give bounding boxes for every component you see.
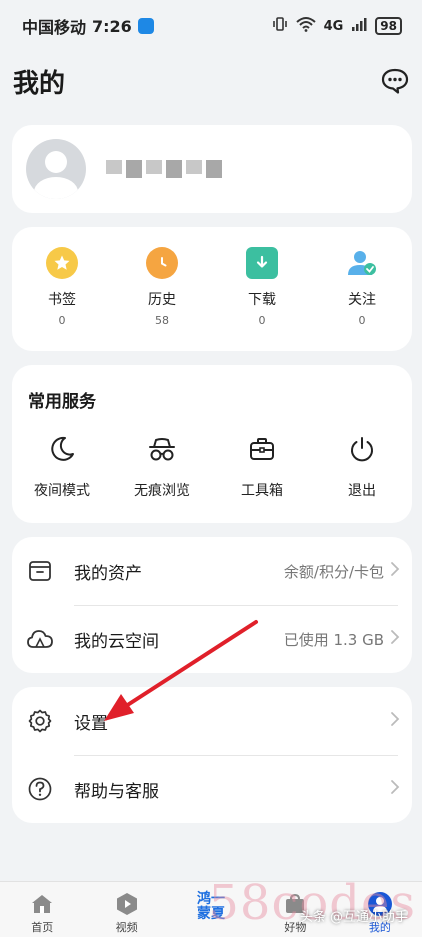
list-item-settings[interactable]: 设置 [12,687,412,755]
services-row: 夜间模式 无痕浏览 工具箱 退出 [12,434,412,500]
service-label: 工具箱 [241,483,283,499]
wifi-icon [295,16,316,36]
list-item-value: 已使用 1.3 GB [283,630,384,649]
service-night-mode[interactable]: 夜间模式 [12,434,112,500]
list-item-my-cloud[interactable]: 我的云空间 已使用 1.3 GB [12,605,412,673]
home-icon [29,891,55,917]
quick-link-downloads[interactable]: 下载 0 [212,247,312,327]
toolbox-icon [248,434,276,464]
status-left: 中国移动 7:26 [22,14,154,38]
quick-link-label: 历史 [148,292,176,308]
services-title: 常用服务 [28,392,96,412]
service-label: 无痕浏览 [134,483,190,499]
app-notification-icon [137,18,154,34]
power-icon [348,434,376,464]
clock-icon [146,247,178,279]
quick-link-count: 0 [58,314,66,327]
service-incognito[interactable]: 无痕浏览 [112,434,212,500]
quick-link-bookmarks[interactable]: 书签 0 [12,247,112,327]
incognito-icon [147,434,177,464]
follow-icon [346,247,378,279]
quick-link-label: 关注 [348,292,376,308]
video-icon [114,891,140,917]
list-item-label: 帮助与客服 [74,781,159,802]
chevron-right-icon [390,779,400,800]
chat-bubble-icon[interactable] [380,66,410,96]
list-item-label: 我的云空间 [74,631,159,652]
help-icon [26,775,54,803]
list-item-my-assets[interactable]: 我的资产 余额/积分/卡包 [12,537,412,605]
quick-link-history[interactable]: 历史 58 [112,247,212,327]
list-item-help[interactable]: 帮助与客服 [12,755,412,823]
nav-item-hongmeng[interactable]: 鸿一 蒙夏 [169,885,253,935]
nav-item-home[interactable]: 首页 [0,891,84,935]
nav-label: 首页 [31,921,54,934]
star-icon [46,247,78,279]
status-right: 4G 98 [272,16,402,36]
list-item-value: 余额/积分/卡包 [283,562,384,581]
bottom-nav: 首页 视频 鸿一 蒙夏 好物 我的 [0,881,422,937]
quick-link-count: 0 [358,314,366,327]
chevron-right-icon [390,629,400,650]
carrier-name: 中国移动 [22,18,87,37]
download-icon [246,247,278,279]
moon-icon [48,434,76,464]
service-toolbox[interactable]: 工具箱 [212,434,312,500]
battery-level: 98 [375,17,402,35]
quick-link-count: 0 [258,314,266,327]
cloud-icon [26,625,54,653]
quick-link-label: 书签 [48,292,76,308]
hongmeng-line1: 鸿一 [197,891,226,907]
quick-links-card: 书签 0 历史 58 下载 0 关注 0 [12,227,412,351]
avatar-body [34,177,78,199]
chevron-right-icon [390,561,400,582]
service-label: 退出 [348,483,376,499]
nav-label: 好物 [284,921,307,934]
quick-link-count: 58 [155,314,169,327]
status-bar: 中国移动 7:26 4G 98 [0,0,422,52]
account-list-card: 我的资产 余额/积分/卡包 我的云空间 已使用 1.3 GB [12,537,412,673]
network-type: 4G [323,18,344,34]
services-card: 常用服务 夜间模式 无痕浏览 工具箱 退出 [12,365,412,523]
avatar-head [45,151,67,173]
nav-item-goods[interactable]: 好物 [253,891,337,935]
nav-item-profile[interactable]: 我的 [338,891,422,935]
service-label: 夜间模式 [34,483,90,499]
page-title: 我的 [13,68,66,99]
username-redacted [106,160,222,178]
profile-icon [367,891,393,917]
chevron-right-icon [390,711,400,732]
vibrate-icon [272,16,288,36]
signal-icon [351,16,367,36]
wallet-icon [26,557,54,585]
goods-icon [282,891,308,917]
profile-card[interactable] [12,125,412,213]
quick-link-following[interactable]: 关注 0 [312,247,412,327]
clock: 7:26 [92,16,132,36]
gear-icon [26,707,54,735]
service-exit[interactable]: 退出 [312,434,412,500]
nav-item-video[interactable]: 视频 [84,891,168,935]
hongmeng-line2: 蒙夏 [197,906,226,922]
page-header: 我的 [0,52,422,110]
nav-label: 视频 [115,921,138,934]
settings-list-card: 设置 帮助与客服 [12,687,412,823]
list-item-label: 设置 [74,713,108,734]
quick-link-label: 下载 [248,292,276,308]
hongmeng-icon: 鸿一 蒙夏 [189,885,233,929]
list-item-label: 我的资产 [74,563,142,584]
nav-label: 我的 [368,921,391,934]
avatar[interactable] [26,139,86,199]
